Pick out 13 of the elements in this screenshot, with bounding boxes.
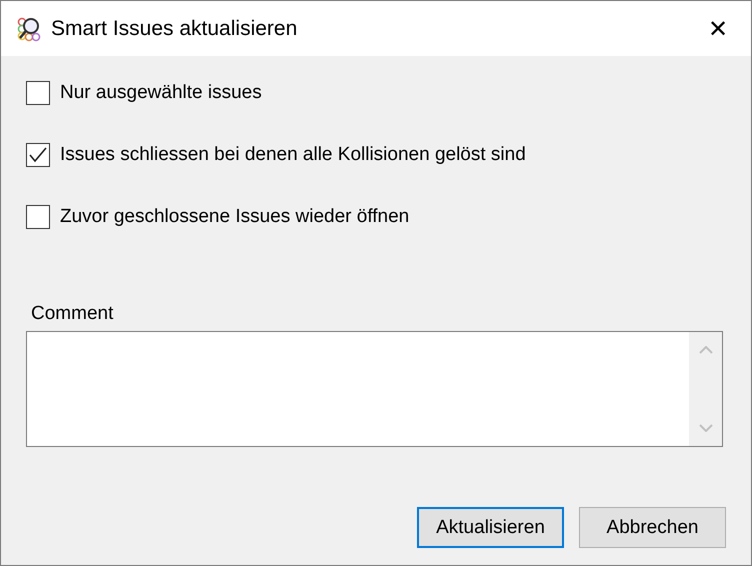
checkbox[interactable] bbox=[26, 81, 50, 105]
comment-label: Comment bbox=[31, 303, 114, 325]
checkbox-label[interactable]: Issues schliessen bei denen alle Kollisionen gelöst sind bbox=[60, 144, 526, 166]
dialog-button[interactable]: Abbrechen bbox=[579, 507, 726, 548]
app-icon bbox=[17, 16, 43, 42]
checkbox[interactable] bbox=[26, 205, 50, 229]
checkbox-label[interactable]: Nur ausgewählte issues bbox=[60, 82, 262, 104]
dialog-button[interactable]: Aktualisieren bbox=[417, 507, 564, 548]
checkbox[interactable] bbox=[26, 143, 50, 167]
checkbox-label[interactable]: Zuvor geschlossene Issues wieder öffnen bbox=[60, 206, 410, 228]
window-title: Smart Issues aktualisieren bbox=[51, 16, 298, 40]
close-button[interactable]: ✕ bbox=[693, 4, 743, 54]
comment-field[interactable] bbox=[26, 331, 723, 447]
